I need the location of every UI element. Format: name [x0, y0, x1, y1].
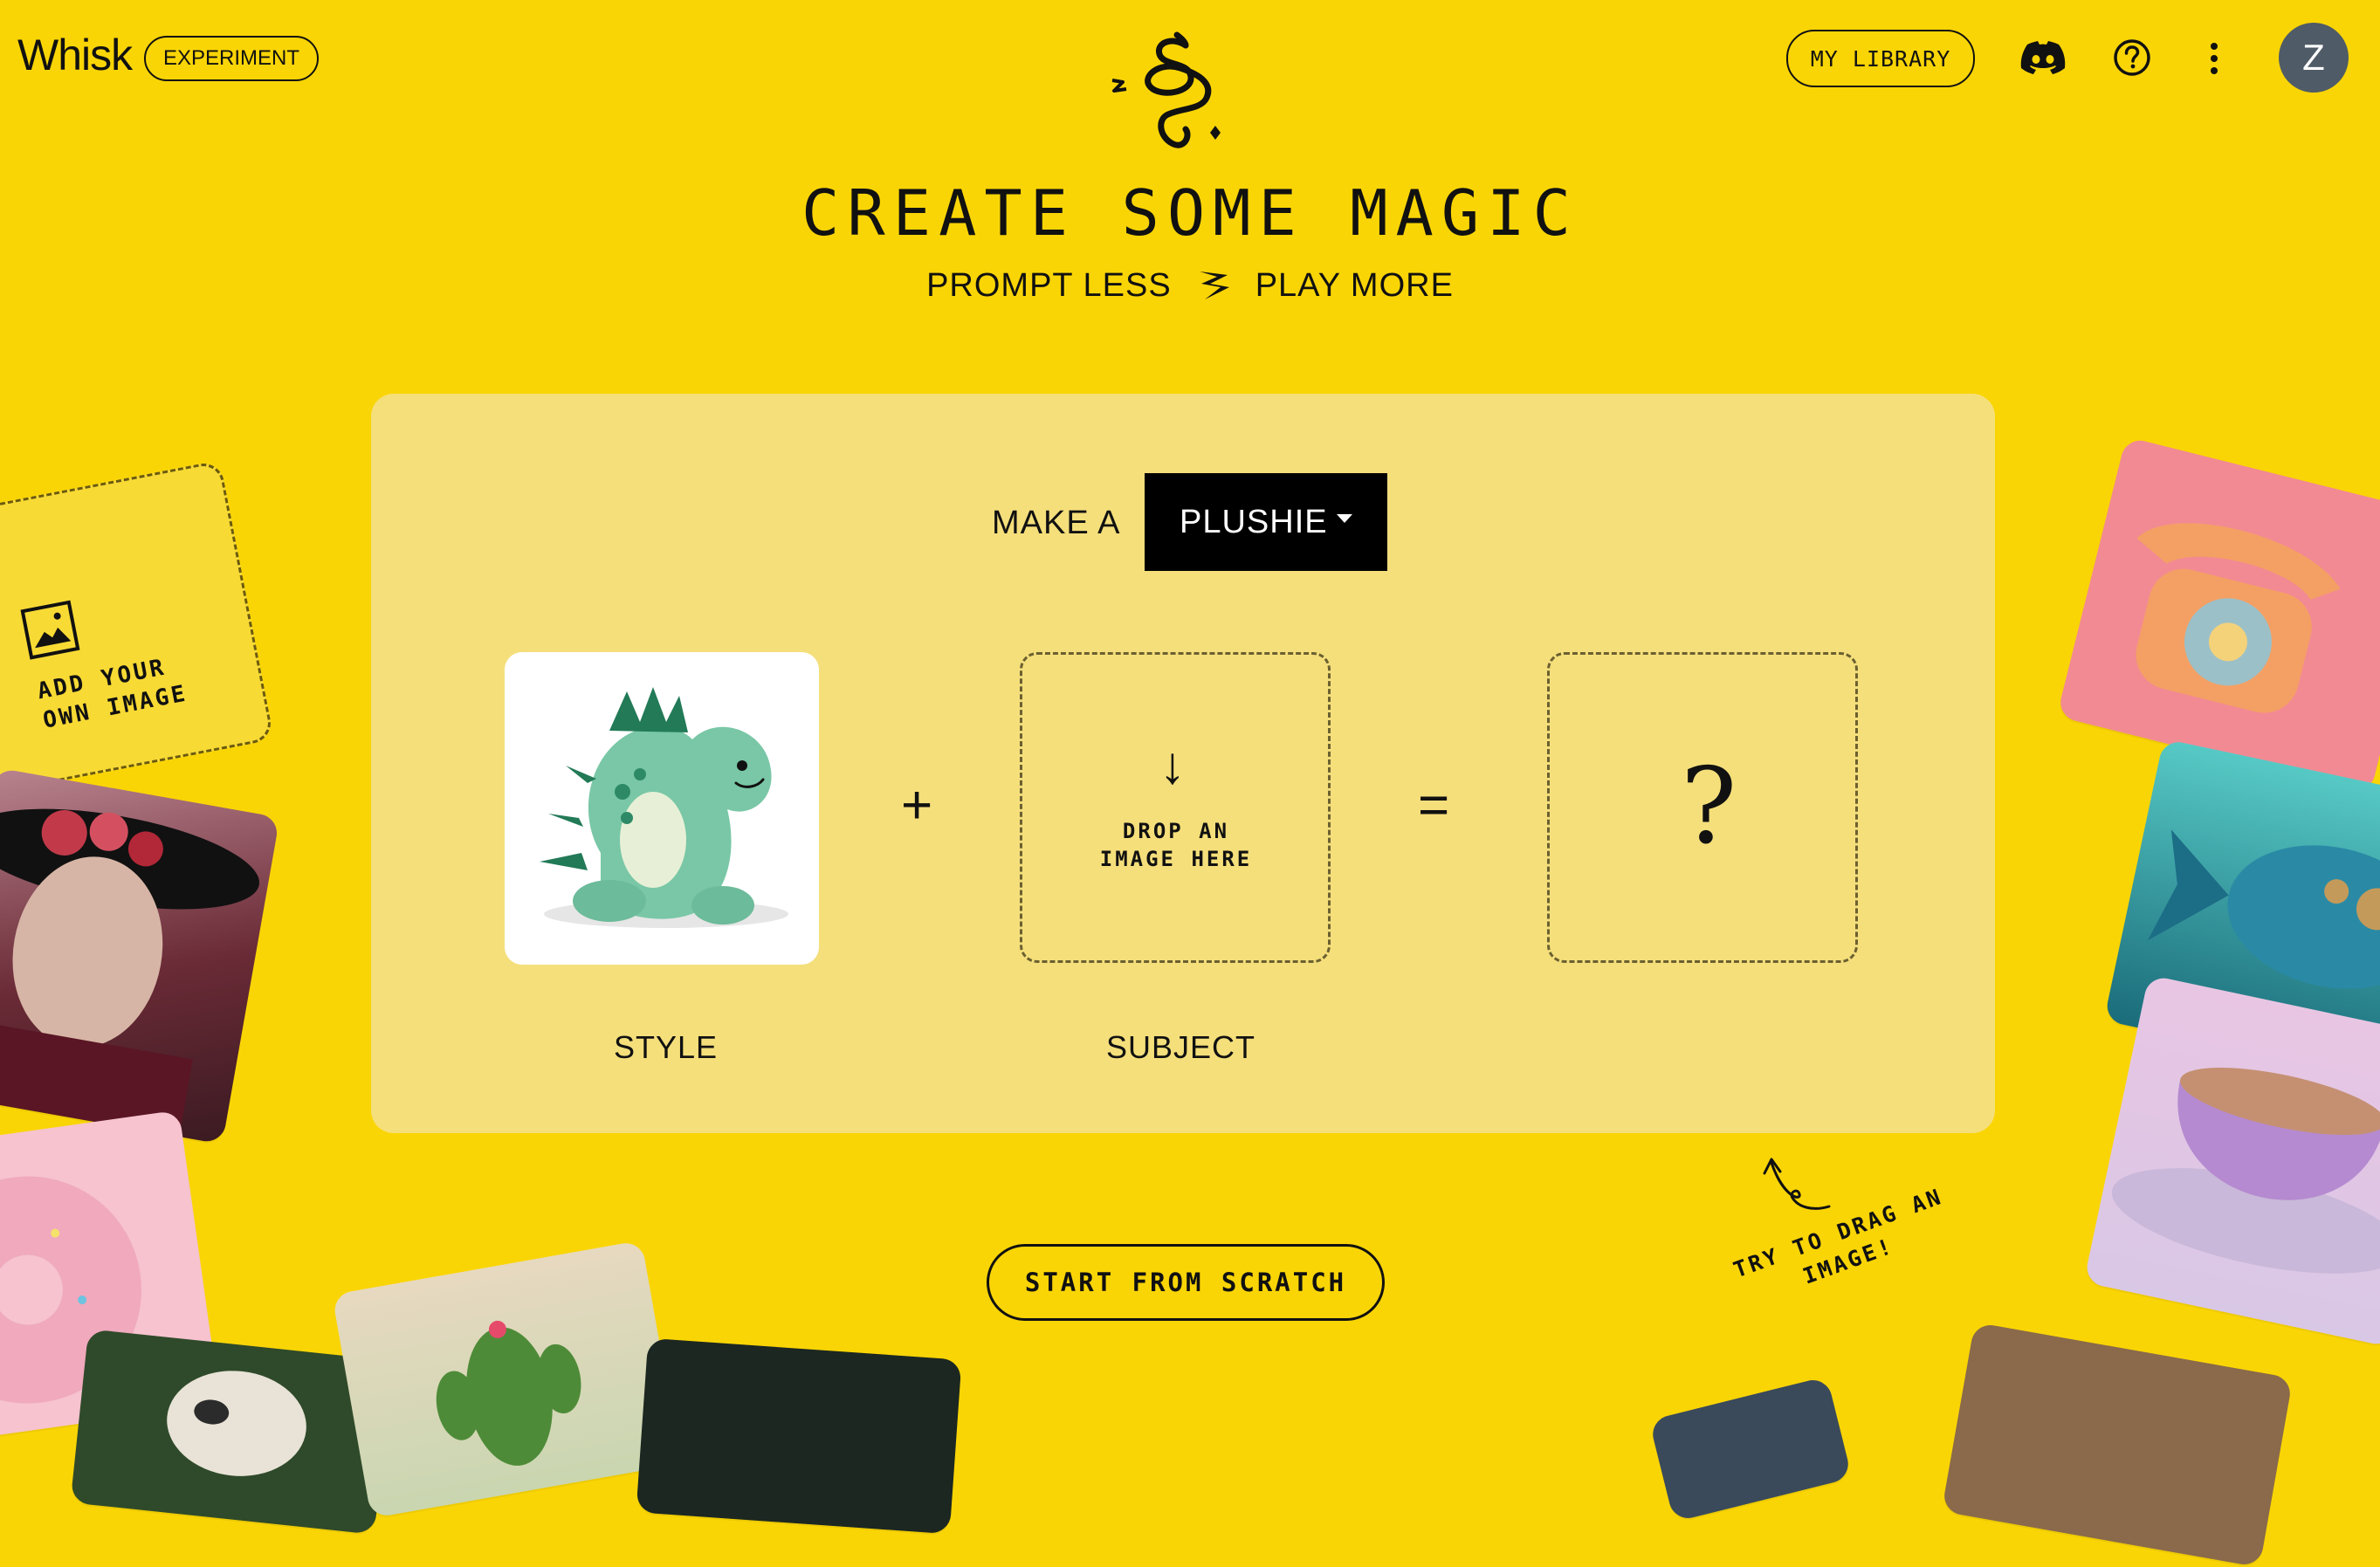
my-library-button[interactable]: MY LIBRARY	[1786, 30, 1975, 87]
user-avatar[interactable]: Z	[2279, 23, 2349, 93]
style-dropdown[interactable]: PLUSHIE	[1145, 473, 1387, 571]
image-icon	[20, 600, 80, 660]
tagline: PROMPT LESS PLAY MORE	[0, 266, 2380, 305]
drop-hint-line-2: IMAGE HERE	[1099, 847, 1253, 871]
arrow-down-icon: ↓	[1159, 736, 1186, 794]
tagline-right: PLAY MORE	[1255, 266, 1454, 304]
hero-title: CREATE SOME MAGIC	[801, 176, 1579, 250]
dinosaur-plush-image	[540, 687, 788, 928]
plus-operator: +	[901, 775, 933, 835]
sample-image-teacup[interactable]	[2083, 974, 2380, 1348]
equals-operator: =	[1418, 775, 1450, 835]
sample-image-telephone[interactable]	[2056, 436, 2380, 794]
sample-image-cactus[interactable]	[332, 1240, 681, 1519]
help-icon[interactable]	[2111, 37, 2153, 79]
add-own-image-tile[interactable]	[0, 459, 275, 794]
drop-hint: DROP AN IMAGE HERE	[1048, 817, 1304, 873]
bolt-separator-icon	[1199, 271, 1229, 299]
subject-caption: SUBJECT	[1106, 1029, 1256, 1065]
sample-image-street[interactable]	[1941, 1322, 2294, 1567]
more-vert-icon[interactable]	[2204, 37, 2225, 80]
experiment-badge: EXPERIMENT	[144, 36, 320, 81]
drop-hint-line-1: DROP AN	[1122, 819, 1230, 843]
whisk-logo-icon	[1111, 31, 1221, 148]
style-image-card[interactable]	[505, 652, 819, 965]
sample-image-small[interactable]	[1648, 1376, 1853, 1522]
caret-down-icon	[1337, 514, 1352, 523]
discord-icon[interactable]	[2019, 37, 2067, 80]
make-a-label: MAKE A	[992, 505, 1121, 541]
style-dropdown-value: PLUSHIE	[1180, 503, 1328, 540]
sample-image-dark[interactable]	[636, 1337, 962, 1535]
tagline-left: PROMPT LESS	[926, 266, 1172, 304]
curved-arrow-icon	[1763, 1158, 1831, 1210]
app-brand[interactable]: Whisk	[17, 30, 133, 80]
style-caption: STYLE	[614, 1029, 719, 1065]
sample-image-vampire[interactable]	[0, 767, 280, 1144]
start-from-scratch-button[interactable]: START FROM SCRATCH	[987, 1244, 1385, 1321]
subject-drop-zone[interactable]	[1020, 652, 1331, 963]
result-placeholder: ?	[1681, 746, 1737, 868]
